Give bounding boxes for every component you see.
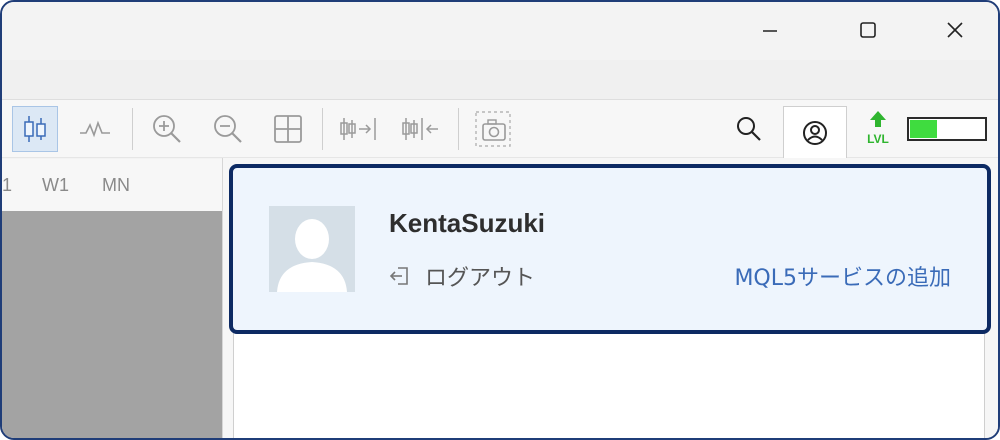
lvl-meter xyxy=(907,117,987,141)
close-icon xyxy=(947,22,963,38)
period-item[interactable]: W1 xyxy=(42,175,69,196)
avatar xyxy=(269,206,355,292)
zoom-out-icon xyxy=(214,115,242,143)
chart-shift-button[interactable] xyxy=(336,106,382,152)
toolbar: LVL xyxy=(2,100,998,158)
toolbar-separator xyxy=(132,108,133,150)
zoom-out-button[interactable] xyxy=(205,106,251,152)
screenshot-icon xyxy=(475,111,511,147)
search-button[interactable] xyxy=(726,106,772,152)
period-item[interactable]: MN xyxy=(102,175,130,196)
lvl-button[interactable]: LVL xyxy=(854,106,902,152)
timeframe-row: 1 W1 MN xyxy=(2,159,222,211)
logout-label: ログアウト xyxy=(425,266,536,291)
maximize-button[interactable] xyxy=(846,8,890,52)
minimize-button[interactable] xyxy=(748,8,792,52)
lvl-meter-fill xyxy=(910,120,937,138)
account-icon xyxy=(803,120,827,145)
user-silhouette-icon xyxy=(277,219,347,292)
toolbar-separator xyxy=(458,108,459,150)
line-chart-icon xyxy=(80,120,110,138)
logout-icon xyxy=(389,267,408,285)
candlestick-chart-button[interactable] xyxy=(12,106,58,152)
tile-windows-button[interactable] xyxy=(265,106,311,152)
username: KentaSuzuki xyxy=(389,208,546,238)
minimize-icon xyxy=(763,30,777,32)
account-card: KentaSuzuki ログアウト MQL5サービスの追加 xyxy=(229,164,991,334)
auto-scroll-icon xyxy=(402,118,438,140)
lvl-icon: LVL xyxy=(867,111,889,146)
title-bar xyxy=(2,2,998,62)
close-button[interactable] xyxy=(933,8,977,52)
chart-area xyxy=(2,211,222,438)
line-chart-button[interactable] xyxy=(72,106,118,152)
candlestick-chart-icon xyxy=(24,116,46,142)
zoom-in-icon xyxy=(153,115,181,143)
add-mql5-service-link[interactable]: MQL5サービスの追加 xyxy=(734,260,951,292)
app-window: LVL 1 W1 MN KentaSuzuki ログアウト MQL5サービスの追… xyxy=(0,0,1000,440)
chart-shift-icon xyxy=(340,118,376,140)
zoom-in-button[interactable] xyxy=(144,106,190,152)
logout-link[interactable]: ログアウト xyxy=(389,260,535,292)
lvl-label: LVL xyxy=(867,132,889,146)
search-icon xyxy=(737,117,761,141)
period-item[interactable]: 1 xyxy=(2,175,12,196)
toolbar-separator xyxy=(322,108,323,150)
maximize-icon xyxy=(860,22,876,38)
account-button[interactable] xyxy=(783,106,847,158)
tile-windows-icon xyxy=(274,115,302,143)
auto-scroll-button[interactable] xyxy=(398,106,444,152)
menu-strip xyxy=(2,60,998,100)
screenshot-button[interactable] xyxy=(470,106,516,152)
